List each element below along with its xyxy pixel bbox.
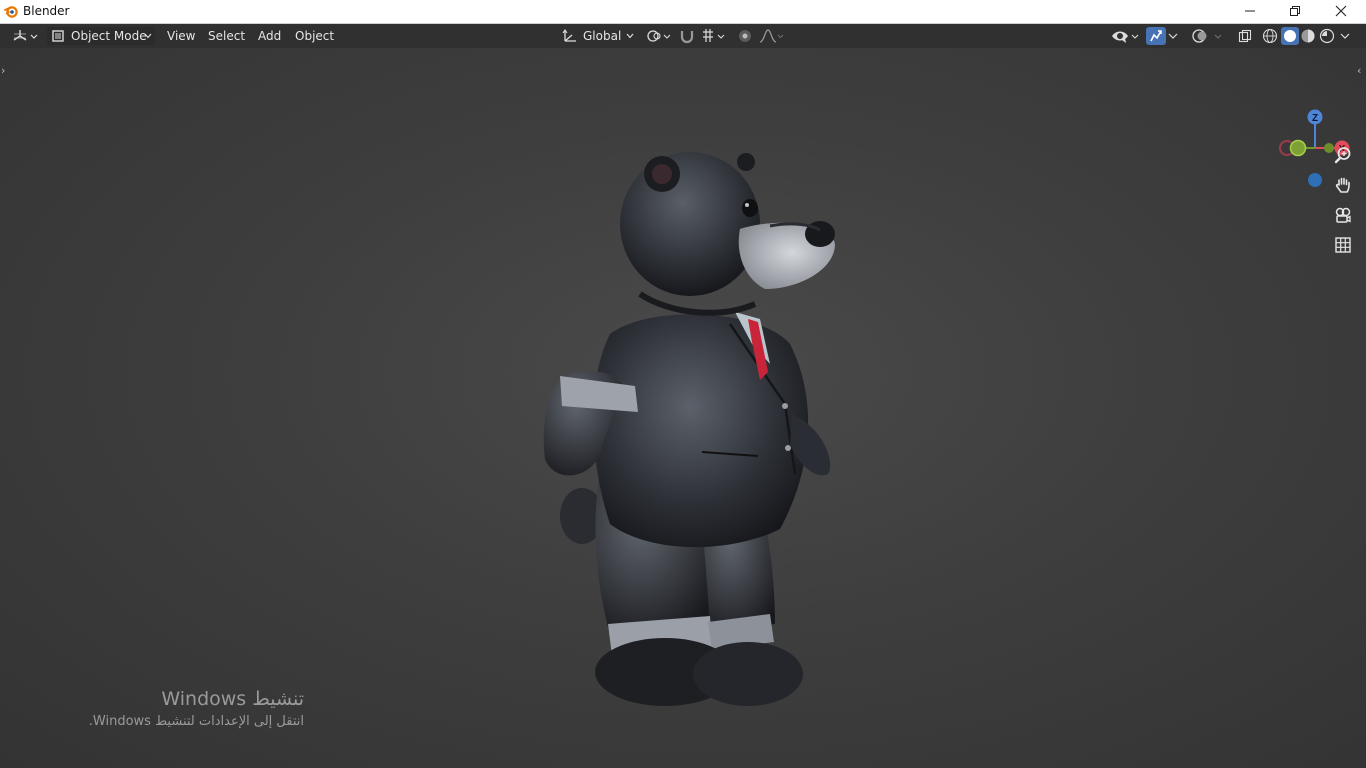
gizmo-arrow-icon <box>1150 30 1162 42</box>
shading-material-button[interactable] <box>1300 27 1318 45</box>
shading-options-dropdown[interactable] <box>1340 27 1354 45</box>
editor-type-button[interactable] <box>10 27 40 45</box>
snap-target-button[interactable] <box>700 27 728 45</box>
window-title: Blender <box>23 4 70 18</box>
3d-viewport[interactable]: › ‹ Z X تنشيط Windows انتقل إلى الإعدادا… <box>0 48 1366 768</box>
restore-icon <box>1290 6 1300 16</box>
teddy-bear-model[interactable] <box>530 144 850 714</box>
pivot-icon <box>647 30 671 42</box>
falloff-button[interactable] <box>758 27 786 45</box>
camera-view-button[interactable] <box>1330 202 1356 228</box>
menu-view[interactable]: View <box>163 27 199 45</box>
activation-watermark-subtitle: انتقل إلى الإعدادات لتنشيط Windows. <box>88 714 304 729</box>
snap-increment-icon <box>703 29 725 42</box>
chevron-down-icon <box>626 33 634 39</box>
chevron-down-icon <box>1340 33 1350 39</box>
window-titlebar: Blender <box>0 0 1366 24</box>
minimize-button[interactable] <box>1227 0 1273 22</box>
restore-button[interactable] <box>1272 0 1318 22</box>
camera-view-icon <box>1335 207 1351 223</box>
xray-icon <box>1238 29 1252 43</box>
ortho-grid-icon <box>1335 237 1351 253</box>
shading-rendered-button[interactable] <box>1319 27 1337 45</box>
visibility-selectability-button[interactable] <box>1110 27 1142 45</box>
negative-z-handle-icon[interactable] <box>1308 173 1322 187</box>
solid-sphere-icon <box>1284 30 1296 42</box>
wireframe-sphere-icon <box>1262 28 1278 44</box>
eye-icon <box>1112 31 1139 43</box>
view3d-icon <box>13 30 38 41</box>
toolbar-expand-icon[interactable]: › <box>1 64 5 77</box>
chevron-down-icon <box>1168 33 1178 39</box>
viewport-header: Object Mode View Select Add Object Globa… <box>0 24 1366 48</box>
activation-watermark-title: تنشيط Windows <box>161 688 304 710</box>
falloff-curve-icon <box>759 29 784 43</box>
material-sphere-icon <box>1301 29 1315 43</box>
menu-object[interactable]: Object <box>291 27 338 45</box>
pan-hand-icon <box>1335 177 1350 193</box>
rendered-sphere-icon <box>1319 28 1335 44</box>
close-button[interactable] <box>1318 0 1364 22</box>
z-axis-label: Z <box>1312 113 1318 124</box>
orientation-axis-icon <box>562 29 576 42</box>
zoom-button[interactable] <box>1330 142 1356 168</box>
snap-toggle[interactable] <box>678 27 698 45</box>
gizmo-options-dropdown[interactable] <box>1168 27 1182 45</box>
overlay-icon <box>1192 29 1222 43</box>
chevron-down-icon <box>144 33 152 39</box>
object-mode-icon <box>52 30 64 42</box>
pan-button[interactable] <box>1330 172 1356 198</box>
menu-add[interactable]: Add <box>254 27 285 45</box>
minimize-icon <box>1245 10 1255 12</box>
proportional-editing-toggle[interactable] <box>736 27 756 45</box>
sidebar-expand-icon[interactable]: ‹ <box>1357 64 1361 77</box>
proportional-edit-icon <box>739 30 751 42</box>
transform-orientation-label: Global <box>583 29 622 43</box>
ortho-toggle-button[interactable] <box>1330 232 1356 258</box>
mode-select[interactable]: Object Mode <box>47 27 155 45</box>
gizmo-toggle[interactable] <box>1146 27 1166 45</box>
mode-label: Object Mode <box>71 29 147 43</box>
magnet-icon <box>680 31 694 44</box>
transform-orientation-select[interactable]: Global <box>558 27 636 45</box>
blender-logo <box>4 6 18 18</box>
zoom-icon <box>1334 147 1351 164</box>
shading-solid-button[interactable] <box>1281 27 1299 45</box>
close-icon <box>1335 5 1347 17</box>
menu-select[interactable]: Select <box>204 27 249 45</box>
y-axis-handle-icon[interactable] <box>1289 139 1307 157</box>
overlays-button[interactable] <box>1190 27 1226 45</box>
pivot-point-button[interactable] <box>645 27 673 45</box>
xray-toggle[interactable] <box>1237 27 1255 45</box>
shading-wireframe-button[interactable] <box>1262 27 1280 45</box>
